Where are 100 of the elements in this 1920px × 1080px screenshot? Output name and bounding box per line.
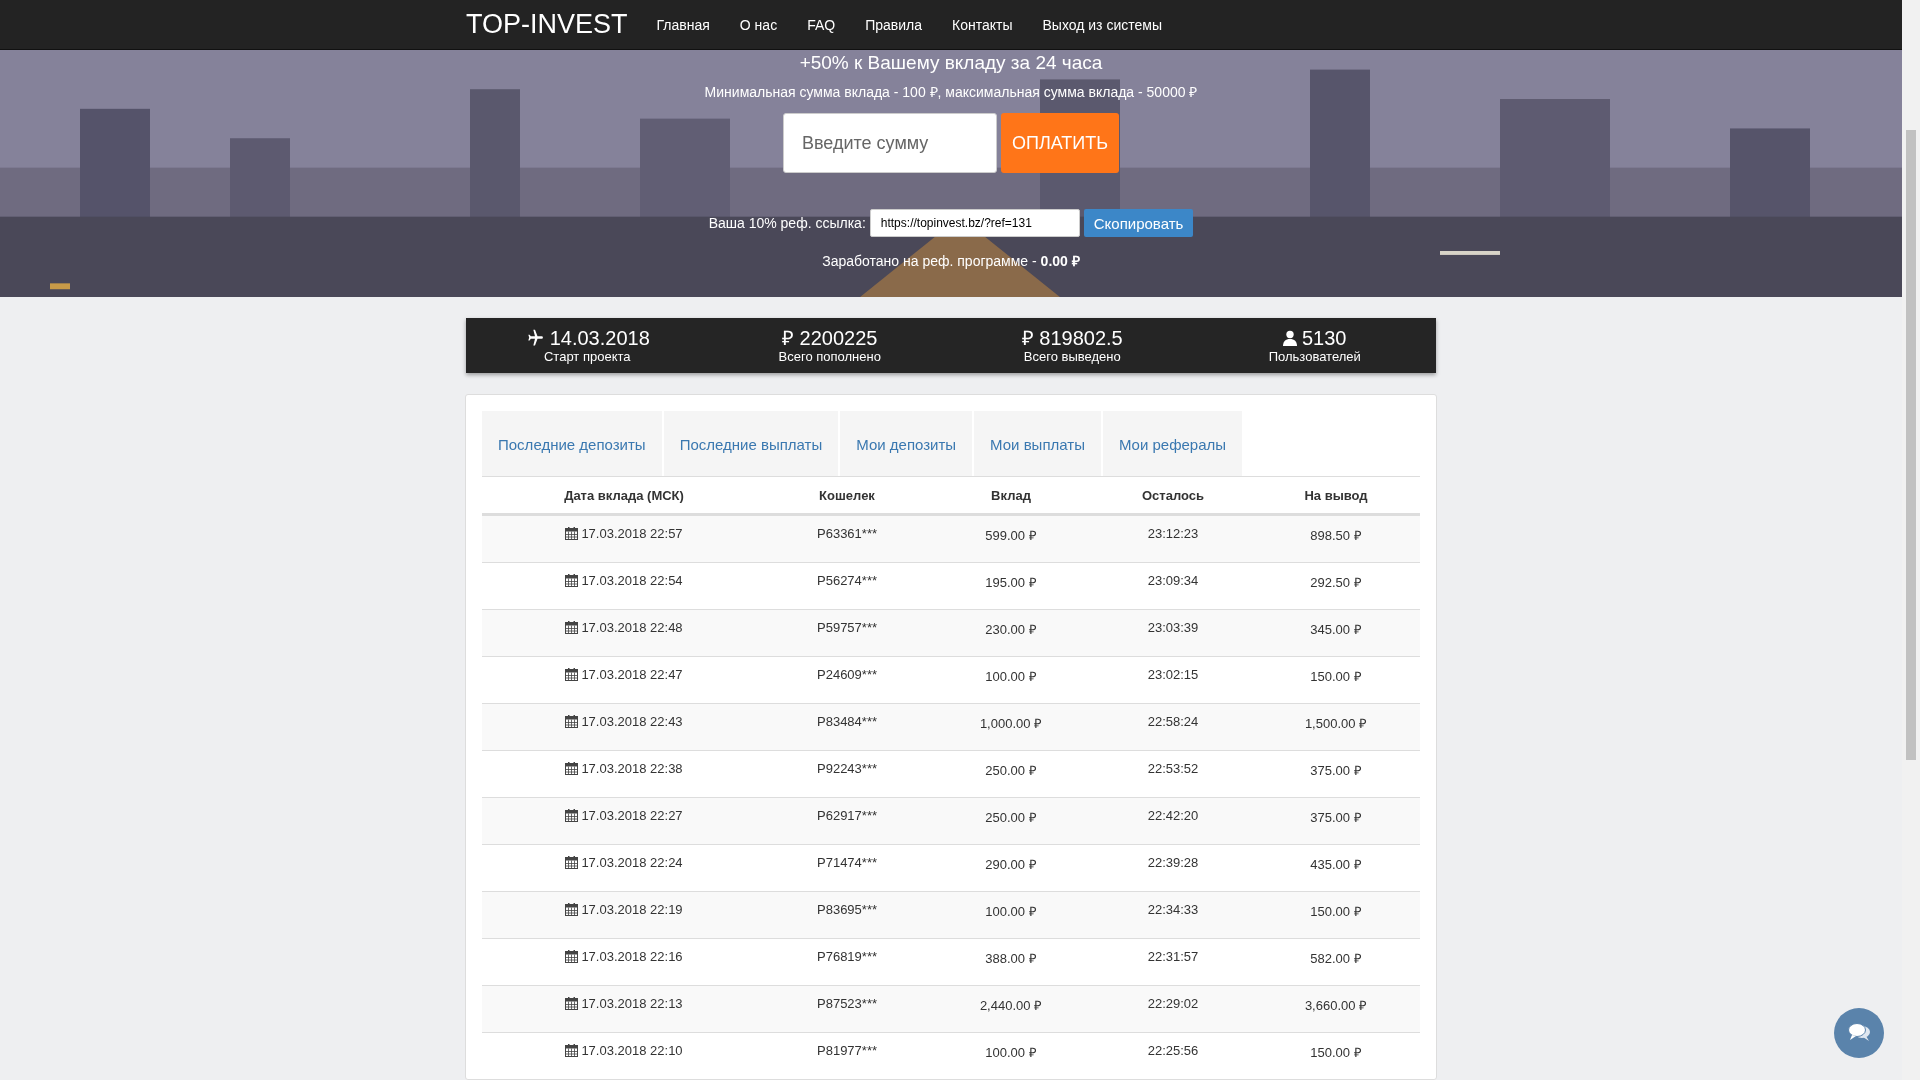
nav-link[interactable]: О нас — [724, 16, 793, 33]
table-cell-text: 898.50 ₽ — [1310, 527, 1362, 544]
deposit-limits: Минимальная сумма вклада - 100 ₽, максимальная сумма вклада - 50000 ₽ — [704, 83, 1198, 101]
calendar-icon — [565, 1044, 579, 1057]
calendar-icon — [565, 903, 579, 916]
tab[interactable]: Мои рефералы — [1102, 411, 1243, 476]
table-cell-text: 1,000.00 ₽ — [979, 715, 1043, 732]
table-cell: 23:02:15 — [1147, 667, 1199, 682]
table-cell: P62917*** — [817, 808, 877, 823]
table-cell: P83695*** — [817, 902, 877, 917]
table-cell-text: 582.00 ₽ — [1310, 950, 1362, 967]
table-cell: 17.03.2018 22:10 — [581, 1043, 683, 1058]
nav-link[interactable]: Главная — [641, 16, 725, 33]
table-cell: 23:03:39 — [1147, 620, 1199, 635]
table-cell: 17.03.2018 22:16 — [581, 949, 683, 964]
nav-link[interactable]: Выход из системы — [1027, 16, 1177, 33]
table-cell: 22:34:33 — [1147, 902, 1199, 917]
amount-field[interactable]: Введите сумму — [783, 113, 997, 173]
tab[interactable]: Последние выплаты — [663, 411, 839, 476]
table-cell: 17.03.2018 22:48 — [581, 620, 683, 635]
table-cell-text: 1,500.00 ₽ — [1304, 715, 1368, 732]
referral-earnings: Заработано на реф. программе - 0.00 ₽ — [822, 252, 1080, 270]
table-cell-text: 100.00 ₽ — [985, 903, 1037, 920]
table-cell: 17.03.2018 22:57 — [581, 526, 683, 541]
calendar-icon — [565, 762, 579, 775]
stat-value: 14.03.2018 — [549, 327, 650, 350]
calendar-icon — [565, 668, 579, 681]
column-header: Вклад — [990, 487, 1032, 503]
table-cell: 17.03.2018 22:43 — [581, 714, 683, 729]
stat-value: ₽ 2200225 — [782, 327, 878, 350]
table-cell: P59757*** — [817, 620, 877, 635]
calendar-icon — [565, 621, 579, 634]
stat-label: Старт проекта — [543, 349, 631, 365]
table-cell-text: 100.00 ₽ — [985, 1044, 1037, 1061]
table-cell-text: 345.00 ₽ — [1310, 621, 1362, 638]
table-cell: 22:29:02 — [1147, 996, 1199, 1011]
table-cell-text: 388.00 ₽ — [985, 950, 1037, 967]
nav-link[interactable]: Контакты — [937, 16, 1028, 33]
stat-value: ₽ 819802.5 — [1021, 327, 1123, 350]
table-cell-text: 290.00 ₽ — [985, 856, 1037, 873]
table-cell: P87523*** — [817, 996, 877, 1011]
table-cell-text: 250.00 ₽ — [985, 762, 1037, 779]
tab[interactable]: Последние депозиты — [482, 411, 662, 476]
column-header: Кошелек — [818, 487, 876, 503]
tab[interactable]: Мои выплаты — [974, 411, 1101, 476]
column-header: Осталось — [1141, 487, 1205, 503]
table-cell: 23:09:34 — [1147, 573, 1199, 588]
column-header: На вывод — [1303, 487, 1369, 503]
chat-button[interactable] — [1834, 1008, 1884, 1058]
column-header: Дата вклада (МСК) — [563, 487, 685, 503]
table-cell: P76819*** — [817, 949, 877, 964]
calendar-icon — [565, 856, 579, 869]
calendar-icon — [565, 527, 579, 540]
copy-button[interactable]: Скопировать — [1083, 209, 1194, 237]
hero-title: +50% к Вашему вкладу за 24 часа — [799, 52, 1103, 74]
stat-label: Пользователей — [1268, 349, 1361, 365]
table-cell-text: 250.00 ₽ — [985, 809, 1037, 826]
table-cell: 17.03.2018 22:38 — [581, 761, 683, 776]
stat-label: Всего выведено — [1023, 349, 1121, 365]
table-cell: P56274*** — [817, 573, 877, 588]
table-cell: P24609*** — [817, 667, 877, 682]
calendar-icon — [565, 997, 579, 1010]
stat-label: Всего пополнено — [778, 349, 881, 365]
nav-link[interactable]: Правила — [850, 16, 937, 33]
table-cell: 17.03.2018 22:13 — [581, 996, 683, 1011]
table-cell: P63361*** — [817, 526, 877, 541]
table-cell-text: 292.50 ₽ — [1310, 574, 1362, 591]
table-cell: 22:25:56 — [1147, 1043, 1199, 1058]
table-cell-text: 435.00 ₽ — [1310, 856, 1362, 873]
table-cell: P71474*** — [817, 855, 877, 870]
calendar-icon — [565, 809, 579, 822]
nav-link[interactable]: FAQ — [792, 16, 851, 33]
calendar-icon — [565, 950, 579, 963]
table-cell-text: 230.00 ₽ — [985, 621, 1037, 638]
calendar-icon — [565, 574, 579, 587]
table-cell: 17.03.2018 22:19 — [581, 902, 683, 917]
table-cell: 22:58:24 — [1147, 714, 1199, 729]
table-cell: 17.03.2018 22:54 — [581, 573, 683, 588]
table-cell-text: 150.00 ₽ — [1310, 1044, 1362, 1061]
table-cell: 17.03.2018 22:27 — [581, 808, 683, 823]
user-icon — [1283, 330, 1297, 347]
table-cell: 17.03.2018 22:24 — [581, 855, 683, 870]
table-cell-text: 150.00 ₽ — [1310, 668, 1362, 685]
table-cell: 22:53:52 — [1147, 761, 1199, 776]
table-cell-text: 195.00 ₽ — [985, 574, 1037, 591]
table-cell-text: 599.00 ₽ — [985, 527, 1037, 544]
stat-value: 5130 — [1302, 327, 1347, 350]
table-cell: 17.03.2018 22:47 — [581, 667, 683, 682]
table-cell: 22:42:20 — [1147, 808, 1199, 823]
table-cell: P92243*** — [817, 761, 877, 776]
table-cell-text: 375.00 ₽ — [1310, 809, 1362, 826]
site-logo[interactable]: TOP-INVEST — [466, 9, 628, 40]
table-cell-text: 3,660.00 ₽ — [1304, 997, 1368, 1014]
table-cell-text: 150.00 ₽ — [1310, 903, 1362, 920]
ref-link-field[interactable]: https://topinvest.bz/?ref=131 — [869, 209, 1080, 237]
calendar-icon — [565, 715, 579, 728]
table-cell: 22:39:28 — [1147, 855, 1199, 870]
table-cell: P81977*** — [817, 1043, 877, 1058]
tab[interactable]: Мои депозиты — [840, 411, 973, 476]
table-cell-text: 375.00 ₽ — [1310, 762, 1362, 779]
